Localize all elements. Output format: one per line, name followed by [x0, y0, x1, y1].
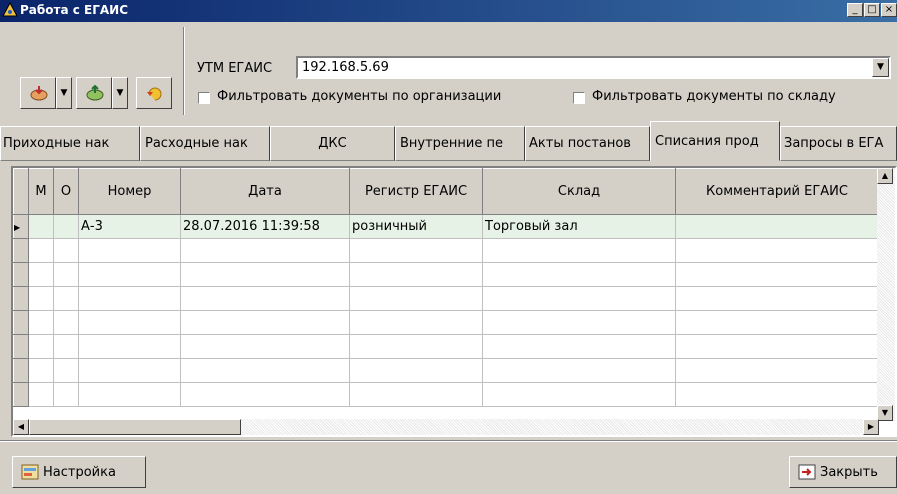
documents-grid[interactable]: М О Номер Дата Регистр ЕГАИС Склад Комме…: [11, 166, 897, 437]
close-label: Закрыть: [820, 465, 878, 480]
tab-outgoing[interactable]: Расходные нак: [140, 126, 270, 161]
close-window-button[interactable]: ×: [881, 3, 897, 17]
column-header-o[interactable]: О: [53, 168, 79, 215]
column-header-comment[interactable]: Комментарий ЕГАИС: [675, 168, 879, 215]
refresh-icon: [146, 85, 164, 105]
current-row-arrow-icon: ▶: [14, 223, 21, 232]
filter-warehouse-label: Фильтровать документы по складу: [592, 89, 836, 104]
tab-label: Расходные нак: [145, 136, 248, 151]
download-icon: [30, 85, 48, 105]
empty-row: [13, 382, 879, 407]
footer-separator: [0, 440, 897, 442]
upload-icon: [86, 84, 104, 105]
column-header-date[interactable]: Дата: [180, 168, 350, 215]
tab-write-offs[interactable]: Списания прод: [650, 121, 780, 161]
tab-acts[interactable]: Акты постанов: [525, 126, 650, 161]
minimize-button[interactable]: _: [847, 3, 863, 17]
scroll-down-button[interactable]: ▼: [877, 405, 893, 421]
tab-label: Внутренние пе: [400, 136, 504, 151]
tab-label: Запросы в ЕГА: [784, 136, 884, 151]
refresh-button[interactable]: [136, 77, 172, 109]
settings-label: Настройка: [43, 465, 116, 480]
empty-row: [13, 262, 879, 287]
filter-warehouse-checkbox[interactable]: [573, 92, 585, 104]
row-indicator: [13, 310, 29, 335]
tab-label: Акты постанов: [529, 136, 631, 151]
horizontal-scrollbar[interactable]: ◀ ▶: [13, 419, 879, 435]
load-button[interactable]: [20, 77, 56, 109]
settings-button[interactable]: Настройка: [12, 456, 146, 488]
chevron-down-icon[interactable]: ▼: [872, 58, 889, 77]
scroll-left-button[interactable]: ◀: [13, 419, 29, 435]
empty-row: [13, 286, 879, 311]
send-button[interactable]: [76, 77, 112, 109]
row-indicator: ▶: [13, 214, 29, 239]
title-bar[interactable]: Работа с ЕГАИС _ □ ×: [0, 0, 897, 22]
cell-date[interactable]: 28.07.2016 11:39:58: [180, 214, 350, 239]
table-header-row: М О Номер Дата Регистр ЕГАИС Склад Комме…: [13, 168, 879, 215]
egais-window: Работа с ЕГАИС _ □ × ▼ ▼ УТМ ЕГАИС 192.1…: [0, 0, 897, 494]
load-dropdown-button[interactable]: ▼: [56, 77, 72, 109]
tab-internal[interactable]: Внутренние пе: [395, 126, 525, 161]
column-header-register[interactable]: Регистр ЕГАИС: [349, 168, 483, 215]
empty-row: [13, 310, 879, 335]
documents-table: М О Номер Дата Регистр ЕГАИС Склад Комме…: [13, 168, 879, 407]
empty-row: [13, 334, 879, 359]
cell-register[interactable]: розничный: [349, 214, 483, 239]
settings-icon: [21, 464, 39, 484]
filter-org-label: Фильтровать документы по организации: [217, 89, 502, 104]
tab-dks[interactable]: ДКС: [270, 126, 395, 161]
toolbar: ▼ ▼ УТМ ЕГАИС 192.168.5.69 ▼ Фильтровать…: [0, 25, 897, 119]
utm-select[interactable]: 192.168.5.69 ▼: [296, 56, 891, 79]
tab-label: Приходные нак: [3, 136, 110, 151]
tab-label: ДКС: [318, 136, 347, 151]
close-button[interactable]: Закрыть: [789, 456, 897, 488]
utm-value: 192.168.5.69: [302, 60, 389, 75]
empty-row: [13, 238, 879, 263]
app-icon: [2, 1, 18, 18]
cell-m[interactable]: [28, 214, 54, 239]
column-header-number[interactable]: Номер: [78, 168, 181, 215]
scroll-right-button[interactable]: ▶: [863, 419, 879, 435]
tab-strip: Приходные нак Расходные нак ДКС Внутренн…: [0, 121, 897, 165]
tab-requests[interactable]: Запросы в ЕГА: [780, 126, 897, 161]
vertical-scrollbar[interactable]: ▲ ▼: [877, 168, 895, 421]
row-indicator: [13, 358, 29, 383]
tab-label: Списания прод: [655, 134, 759, 149]
row-indicator: [13, 382, 29, 407]
cell-warehouse[interactable]: Торговый зал: [482, 214, 676, 239]
toolbar-separator: [183, 27, 185, 115]
tab-incoming[interactable]: Приходные нак: [0, 126, 140, 161]
row-indicator: [13, 262, 29, 287]
column-header-warehouse[interactable]: Склад: [482, 168, 676, 215]
horizontal-scroll-thumb[interactable]: [29, 419, 241, 435]
table-row[interactable]: ▶ А-3 28.07.2016 11:39:58 розничный Торг…: [13, 214, 879, 239]
column-header-m[interactable]: М: [28, 168, 54, 215]
exit-icon: [798, 464, 816, 484]
maximize-button[interactable]: □: [864, 3, 880, 17]
row-indicator-header: [13, 168, 29, 215]
row-indicator: [13, 334, 29, 359]
cell-o[interactable]: [53, 214, 79, 239]
empty-row: [13, 358, 879, 383]
scroll-up-button[interactable]: ▲: [877, 168, 893, 184]
cell-comment[interactable]: [675, 214, 879, 239]
cell-number[interactable]: А-3: [78, 214, 181, 239]
row-indicator: [13, 286, 29, 311]
filter-org-checkbox[interactable]: [198, 92, 210, 104]
send-dropdown-button[interactable]: ▼: [112, 77, 128, 109]
utm-label: УТМ ЕГАИС: [197, 61, 273, 76]
row-indicator: [13, 238, 29, 263]
window-title: Работа с ЕГАИС: [20, 3, 129, 17]
